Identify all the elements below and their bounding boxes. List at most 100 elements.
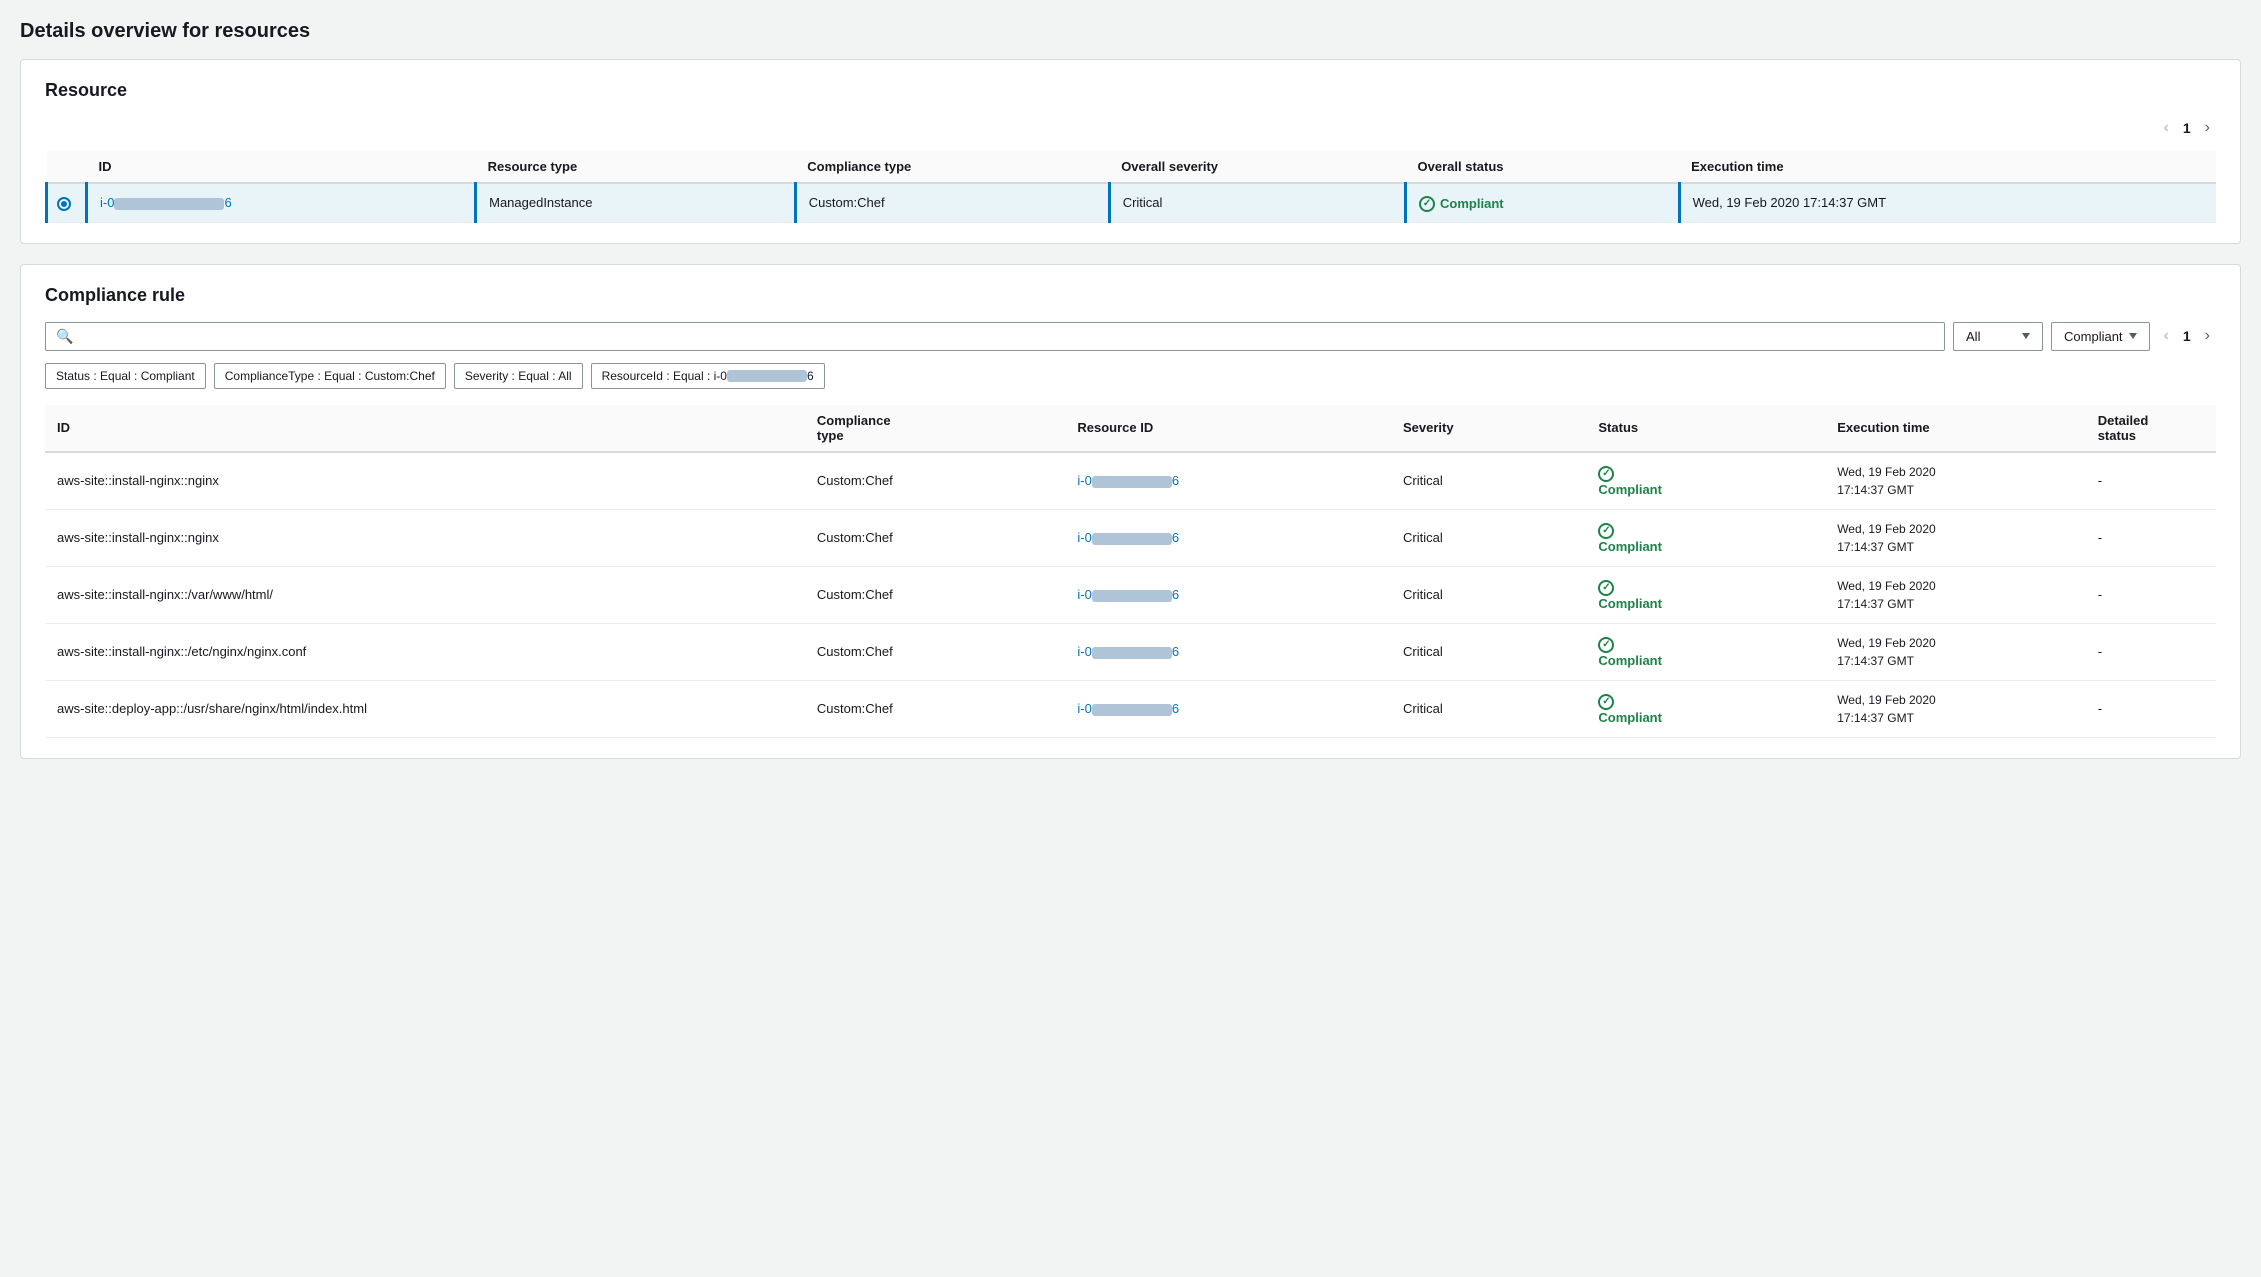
radio-dot <box>57 197 71 211</box>
filter-tag-resource-id[interactable]: ResourceId : Equal : i-06 <box>591 363 825 389</box>
table-row[interactable]: aws-site::install-nginx::nginx Custom:Ch… <box>45 452 2216 510</box>
filter-tag-compliance-type[interactable]: ComplianceType : Equal : Custom:Chef <box>214 363 446 389</box>
compliance-col-id: ID <box>45 405 805 452</box>
table-row[interactable]: aws-site::install-nginx::nginx Custom:Ch… <box>45 509 2216 566</box>
check-circle-icon: ✓ <box>1598 580 1614 596</box>
resource-col-overall-severity: Overall severity <box>1109 151 1405 183</box>
compliance-row-compliance-type: Custom:Chef <box>805 623 1066 680</box>
status-label: Compliant <box>1598 710 1813 725</box>
compliance-col-compliance-type: Compliancetype <box>805 405 1066 452</box>
id-blurred <box>1092 476 1172 488</box>
resource-id-link[interactable]: i-06 <box>1077 530 1179 545</box>
compliance-row-detailed-status: - <box>2086 566 2216 623</box>
id-blurred <box>1092 647 1172 659</box>
resource-table-header: ID Resource type Compliance type Overall… <box>47 151 2217 183</box>
filter-tags: Status : Equal : Compliant ComplianceTyp… <box>45 363 2216 389</box>
status-compliant-badge: ✓ <box>1598 694 1614 710</box>
chevron-down-icon <box>2129 333 2137 339</box>
resource-pagination: ‹ 1 › <box>45 117 2216 139</box>
compliance-row-execution-time: Wed, 19 Feb 2020 17:14:37 GMT <box>1825 509 2086 566</box>
compliance-row-severity: Critical <box>1391 452 1586 510</box>
status-label: Compliant <box>1598 482 1813 497</box>
compliance-row-resource-id: i-06 <box>1065 452 1391 510</box>
resource-row-id: i-06 <box>87 183 476 222</box>
resource-col-compliance-type: Compliance type <box>795 151 1109 183</box>
status-compliant-badge: ✓ <box>1598 466 1614 482</box>
resource-next-btn[interactable]: › <box>2199 117 2216 139</box>
compliance-row-status: ✓ Compliant <box>1586 566 1825 623</box>
resource-row-compliance-type: Custom:Chef <box>795 183 1109 222</box>
compliance-rule-section-title: Compliance rule <box>45 285 2216 306</box>
resource-prev-btn[interactable]: ‹ <box>2158 117 2175 139</box>
compliance-prev-btn[interactable]: ‹ <box>2158 325 2175 347</box>
search-icon: 🔍 <box>56 328 73 345</box>
table-row[interactable]: aws-site::install-nginx::/var/www/html/ … <box>45 566 2216 623</box>
resource-id-link[interactable]: i-06 <box>100 195 232 210</box>
compliance-next-btn[interactable]: › <box>2199 325 2216 347</box>
compliance-row-id: aws-site::install-nginx::nginx <box>45 452 805 510</box>
compliance-row-id: aws-site::install-nginx::/var/www/html/ <box>45 566 805 623</box>
compliance-row-execution-time: Wed, 19 Feb 2020 17:14:37 GMT <box>1825 566 2086 623</box>
compliance-col-status: Status <box>1586 405 1825 452</box>
compliance-row-compliance-type: Custom:Chef <box>805 509 1066 566</box>
resource-table: ID Resource type Compliance type Overall… <box>45 151 2216 223</box>
compliance-row-resource-id: i-06 <box>1065 680 1391 737</box>
check-circle-icon: ✓ <box>1598 637 1614 653</box>
compliance-row-severity: Critical <box>1391 680 1586 737</box>
filter-all-dropdown[interactable]: All <box>1953 322 2043 351</box>
status-label: Compliant <box>1598 653 1813 668</box>
compliance-row-status: ✓ Compliant <box>1586 623 1825 680</box>
id-blurred <box>1092 704 1172 716</box>
resource-row-status: ✓ Compliant <box>1406 183 1680 222</box>
status-compliant-badge: ✓ <box>1598 637 1614 653</box>
check-circle-icon: ✓ <box>1598 694 1614 710</box>
status-compliant-badge: ✓ <box>1598 580 1614 596</box>
compliance-col-severity: Severity <box>1391 405 1586 452</box>
status-label: Compliant <box>1598 596 1813 611</box>
compliance-row-detailed-status: - <box>2086 452 2216 510</box>
table-row[interactable]: aws-site::deploy-app::/usr/share/nginx/h… <box>45 680 2216 737</box>
compliance-row-execution-time: Wed, 19 Feb 2020 17:14:37 GMT <box>1825 623 2086 680</box>
page-title: Details overview for resources <box>20 20 2241 43</box>
compliance-row-severity: Critical <box>1391 623 1586 680</box>
compliance-row-compliance-type: Custom:Chef <box>805 680 1066 737</box>
id-blurred <box>1092 533 1172 545</box>
resource-id-link[interactable]: i-06 <box>1077 587 1179 602</box>
compliance-row-severity: Critical <box>1391 566 1586 623</box>
compliance-col-execution-time: Execution time <box>1825 405 2086 452</box>
resource-id-link[interactable]: i-06 <box>1077 473 1179 488</box>
search-input[interactable] <box>81 329 1934 344</box>
compliance-table-header: ID Compliancetype Resource ID Severity S… <box>45 405 2216 452</box>
table-row[interactable]: aws-site::install-nginx::/etc/nginx/ngin… <box>45 623 2216 680</box>
resource-page-num: 1 <box>2183 120 2191 136</box>
resource-col-overall-status: Overall status <box>1406 151 1680 183</box>
compliance-row-status: ✓ Compliant <box>1586 680 1825 737</box>
compliance-row-resource-id: i-06 <box>1065 623 1391 680</box>
status-compliant-badge: ✓ Compliant <box>1419 196 1504 212</box>
status-label: Compliant <box>1598 539 1813 554</box>
compliance-row-status: ✓ Compliant <box>1586 452 1825 510</box>
compliance-row-compliance-type: Custom:Chef <box>805 566 1066 623</box>
radio-dot-inner <box>61 201 67 207</box>
table-row[interactable]: i-06 ManagedInstance Custom:Chef Critica… <box>47 183 2217 222</box>
check-circle-icon: ✓ <box>1598 523 1614 539</box>
resource-row-radio[interactable] <box>47 183 87 222</box>
compliance-row-severity: Critical <box>1391 509 1586 566</box>
filter-tag-severity[interactable]: Severity : Equal : All <box>454 363 583 389</box>
compliance-row-compliance-type: Custom:Chef <box>805 452 1066 510</box>
resource-col-id: ID <box>87 151 476 183</box>
filter-status-dropdown[interactable]: Compliant <box>2051 322 2150 351</box>
resource-id-link[interactable]: i-06 <box>1077 644 1179 659</box>
compliance-table: ID Compliancetype Resource ID Severity S… <box>45 405 2216 738</box>
compliance-row-id: aws-site::install-nginx::/etc/nginx/ngin… <box>45 623 805 680</box>
filter-tag-status[interactable]: Status : Equal : Compliant <box>45 363 206 389</box>
compliance-row-resource-id: i-06 <box>1065 566 1391 623</box>
resource-row-severity: Critical <box>1109 183 1405 222</box>
resource-id-link[interactable]: i-06 <box>1077 701 1179 716</box>
resource-section: Resource ‹ 1 › ID Resource type Complian… <box>20 59 2241 244</box>
id-blurred <box>1092 590 1172 602</box>
compliance-col-resource-id: Resource ID <box>1065 405 1391 452</box>
resource-section-title: Resource <box>45 80 2216 101</box>
resource-col-resource-type: Resource type <box>476 151 796 183</box>
compliance-row-id: aws-site::install-nginx::nginx <box>45 509 805 566</box>
